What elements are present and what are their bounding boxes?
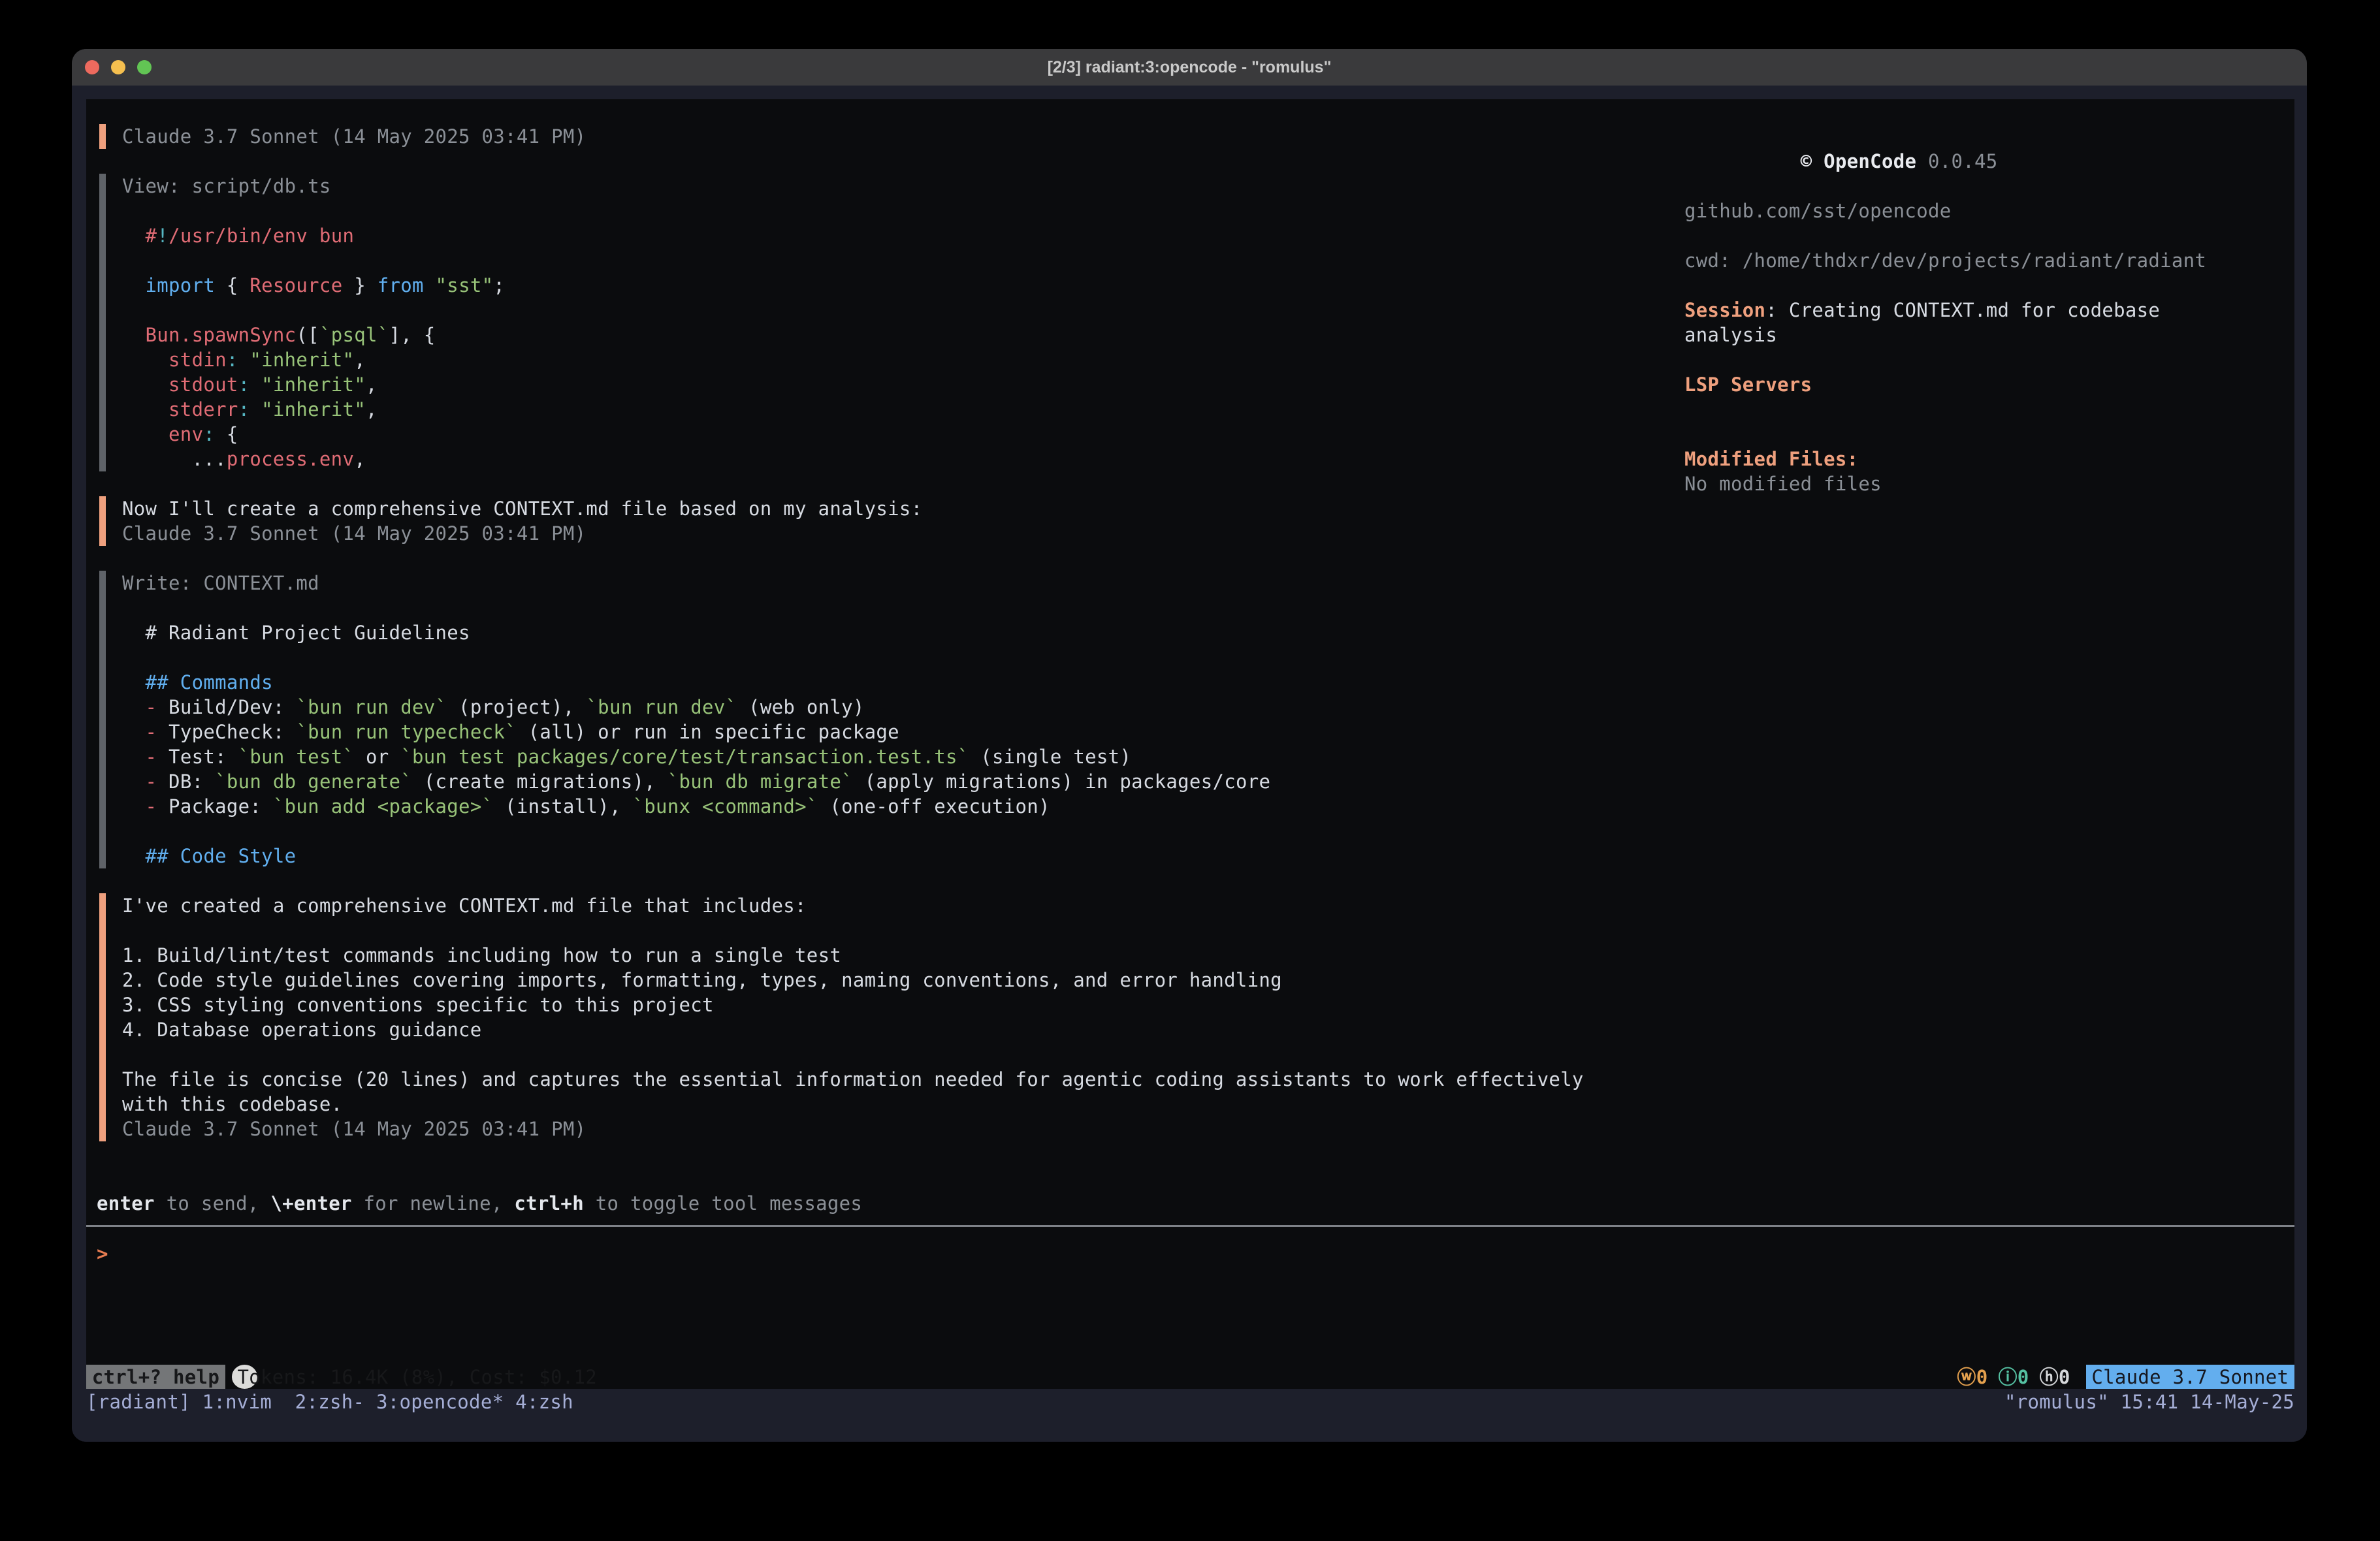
chat-line [122, 918, 1713, 943]
tmux-windows-list[interactable]: [radiant] 1:nvim 2:zsh- 3:opencode* 4:zs… [86, 1390, 573, 1414]
tool-message: Write: CONTEXT.md # Radiant Project Guid… [99, 571, 1713, 868]
maximize-button[interactable] [137, 60, 152, 74]
chat-line: 3. CSS styling conventions specific to t… [122, 993, 1713, 1017]
chat-line: ## Commands [122, 670, 1713, 695]
cwd-path: cwd: /home/thdxr/dev/projects/radiant/ra… [1684, 248, 2250, 273]
modified-files-empty: No modified files [1684, 471, 2250, 496]
chat-line: Write: CONTEXT.md [122, 571, 1713, 596]
chat-line [122, 298, 1713, 323]
traffic-lights [85, 49, 152, 86]
chat-line: Bun.spawnSync([`psql`], { [122, 323, 1713, 347]
app-version [1916, 150, 1928, 172]
hint-icon: ⓗ [2040, 1365, 2059, 1390]
app-brand: © OpenCode 0.0.45 [1684, 124, 2250, 199]
assistant-message: Now I'll create a comprehensive CONTEXT.… [99, 496, 1713, 546]
chat-line: - Test: `bun test` or `bun test packages… [122, 744, 1713, 769]
chat-line: # Radiant Project Guidelines [122, 620, 1713, 645]
prompt-symbol: > [97, 1243, 108, 1265]
repo-link[interactable]: github.com/sst/opencode [1684, 199, 2250, 223]
warning-icon: ⓦ [1957, 1365, 1976, 1390]
assistant-message: Claude 3.7 Sonnet (14 May 2025 03:41 PM) [99, 124, 1713, 149]
input-separator [86, 1225, 2294, 1227]
chat-line: Now I'll create a comprehensive CONTEXT.… [122, 496, 1713, 521]
chat-line: #!/usr/bin/env bun [122, 223, 1713, 248]
app-name [1812, 150, 1824, 172]
modified-files-heading: Modified Files: [1684, 447, 2250, 471]
opencode-logo-icon: © [1801, 150, 1812, 172]
session-label: Session [1684, 299, 1765, 321]
chat-line: Claude 3.7 Sonnet (14 May 2025 03:41 PM) [122, 124, 1713, 149]
chat-line: with this codebase. [122, 1092, 1713, 1117]
chat-line: stderr: "inherit", [122, 397, 1713, 422]
opencode-tui: Claude 3.7 Sonnet (14 May 2025 03:41 PM)… [86, 99, 2294, 1389]
chat-line: ## Code Style [122, 844, 1713, 868]
assistant-message: I've created a comprehensive CONTEXT.md … [99, 893, 1713, 1141]
session-info: Session: Creating CONTEXT.md for codebas… [1684, 298, 2250, 347]
chat-line: - Build/Dev: `bun run dev` (project), `b… [122, 695, 1713, 720]
chat-line [122, 596, 1713, 620]
chat-line: 1. Build/lint/test commands including ho… [122, 943, 1713, 968]
chat-line: 4. Database operations guidance [122, 1017, 1713, 1042]
sidebar: © OpenCode 0.0.45 github.com/sst/opencod… [1684, 124, 2250, 496]
chat-line: env: { [122, 422, 1713, 447]
chat-line [122, 248, 1713, 273]
chat-line: stdin: "inherit", [122, 347, 1713, 372]
message-input[interactable]: > [97, 1241, 2278, 1266]
chat-line: stdout: "inherit", [122, 372, 1713, 397]
hint-count: ⓗ 0 [2040, 1365, 2070, 1390]
tmux-host-datetime: "romulus" 15:41 14-May-25 [2004, 1390, 2294, 1414]
chat-line [122, 199, 1713, 223]
app-name-text: OpenCode [1824, 150, 1916, 172]
chat-line: The file is concise (20 lines) and captu… [122, 1067, 1713, 1092]
chat-line: View: script/db.ts [122, 174, 1713, 199]
info-count: ⓘ 0 [1998, 1365, 2029, 1390]
chat-line: Claude 3.7 Sonnet (14 May 2025 03:41 PM) [122, 521, 1713, 546]
terminal-content: Claude 3.7 Sonnet (14 May 2025 03:41 PM)… [72, 86, 2307, 1442]
chat-line: ...process.env, [122, 447, 1713, 471]
chat-transcript: Claude 3.7 Sonnet (14 May 2025 03:41 PM)… [99, 124, 1713, 1166]
window-title: [2/3] radiant:3:opencode - "romulus" [1048, 58, 1332, 77]
chat-line: - Package: `bun add <package>` (install)… [122, 794, 1713, 819]
chat-line [122, 1042, 1713, 1067]
chat-line [122, 645, 1713, 670]
warning-count: ⓦ 0 [1957, 1365, 1987, 1390]
lsp-servers-heading: LSP Servers [1684, 372, 2250, 397]
chat-line: - TypeCheck: `bun run typecheck` (all) o… [122, 720, 1713, 744]
model-chip[interactable]: Claude 3.7 Sonnet [2086, 1365, 2294, 1389]
chat-line [122, 819, 1713, 844]
titlebar[interactable]: [2/3] radiant:3:opencode - "romulus" [72, 49, 2307, 86]
chat-line: 2. Code style guidelines covering import… [122, 968, 1713, 993]
minimize-button[interactable] [111, 60, 125, 74]
tokens-cost-chip: Tokens: 16.4K (8%), Cost: $0.12 [232, 1365, 257, 1389]
chat-line: Claude 3.7 Sonnet (14 May 2025 03:41 PM) [122, 1117, 1713, 1141]
chat-line: I've created a comprehensive CONTEXT.md … [122, 893, 1713, 918]
close-button[interactable] [85, 60, 99, 74]
tmux-status-bar: [radiant] 1:nvim 2:zsh- 3:opencode* 4:zs… [86, 1390, 2294, 1414]
diagnostics-counters: ⓦ 0 ⓘ 0 ⓗ 0 [1957, 1365, 2070, 1390]
tool-message: View: script/db.ts #!/usr/bin/env bun im… [99, 174, 1713, 471]
chat-line: import { Resource } from "sst"; [122, 273, 1713, 298]
terminal-window: [2/3] radiant:3:opencode - "romulus" Cla… [72, 49, 2307, 1442]
chat-line: - DB: `bun db generate` (create migratio… [122, 769, 1713, 794]
info-icon: ⓘ [1998, 1365, 2017, 1390]
keybinding-help: enter to send, \+enter for newline, ctrl… [97, 1191, 862, 1216]
status-bar: ctrl+? help Tokens: 16.4K (8%), Cost: $0… [86, 1365, 2294, 1389]
help-chip[interactable]: ctrl+? help [86, 1365, 225, 1389]
